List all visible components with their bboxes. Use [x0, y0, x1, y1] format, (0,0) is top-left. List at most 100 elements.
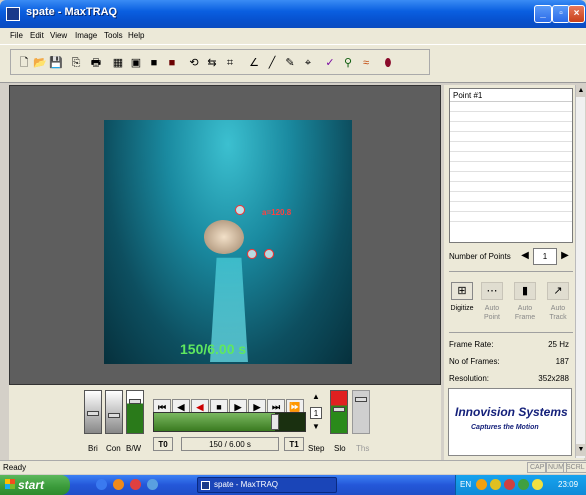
skeleton-icon[interactable]: ⚲ [341, 56, 355, 70]
close-button[interactable]: × [568, 5, 585, 23]
number-of-points-label: Number of Points [449, 252, 511, 261]
menu-image[interactable]: Image [75, 31, 97, 40]
tile-icon[interactable]: ▣ [129, 56, 143, 70]
t0-button[interactable]: T0 [153, 437, 173, 451]
step-up-icon[interactable]: ▲ [312, 392, 320, 401]
contrast-label: Con [106, 444, 121, 453]
scroll-down-icon[interactable]: ▼ [576, 444, 586, 456]
logo-title: Innovision Systems [455, 405, 568, 419]
windows-logo-icon [5, 479, 15, 489]
auto-track-icon: ↗ [553, 285, 563, 297]
app-icon [6, 7, 20, 21]
auto-point-button[interactable]: ⋯ [481, 282, 503, 300]
digitize-icon: ⊞ [457, 285, 467, 297]
digitize-label: Digitize [450, 305, 474, 312]
step-value[interactable]: 1 [310, 407, 322, 419]
eraser-icon[interactable]: ⬮ [381, 56, 395, 70]
save-icon[interactable]: 💾 [49, 56, 63, 70]
auto-frame-icon: ▮ [521, 285, 529, 297]
video-time-overlay: 150/6.00 s [180, 341, 247, 357]
t1-button[interactable]: T1 [284, 437, 304, 451]
frame-slider[interactable] [153, 412, 306, 432]
number-of-points-value[interactable]: 1 [533, 248, 557, 265]
start-button[interactable]: start [0, 475, 70, 495]
wave-graph-icon[interactable]: ≈ [359, 56, 373, 70]
clock: 23:09 [558, 480, 579, 489]
points-list[interactable]: Point #1 [449, 88, 573, 243]
title-bar: spate - MaxTRAQ _ ▫ × [0, 0, 586, 28]
copy-icon[interactable]: ⎘ [69, 56, 83, 70]
open-folder-icon[interactable]: 📂 [33, 56, 47, 70]
menu-bar: File Edit View Image Tools Help [0, 28, 586, 45]
menu-view[interactable]: View [50, 31, 67, 40]
new-file-icon[interactable]: 🗋 [17, 56, 31, 70]
system-tray: EN 23:09 [455, 475, 586, 495]
minimize-button[interactable]: _ [534, 5, 552, 23]
film-color-icon[interactable]: ■ [165, 56, 179, 70]
taskbar: start spate - MaxTRAQ EN 23:09 [0, 475, 586, 495]
window-title: spate - MaxTRAQ [26, 6, 118, 18]
status-text: Ready [3, 463, 27, 472]
browser-icon[interactable] [96, 479, 107, 490]
print-icon[interactable]: 🖶 [89, 56, 103, 70]
tray-icon[interactable] [518, 479, 529, 490]
menu-file[interactable]: File [10, 31, 23, 40]
digitize-button[interactable]: ⊞ [451, 282, 473, 300]
brightness-label: Bri [88, 444, 98, 453]
arrow-right-icon[interactable]: ▶ [560, 250, 570, 261]
marker-point[interactable] [264, 249, 274, 259]
marker-point[interactable] [235, 205, 245, 215]
video-workspace: a=120.8 150/6.00 s [9, 85, 441, 385]
tray-icon[interactable] [532, 479, 543, 490]
check-tool-icon[interactable]: ✓ [323, 56, 337, 70]
auto-frame-label: Auto Frame [514, 305, 536, 321]
taskbar-app-maxtraq[interactable]: spate - MaxTRAQ [197, 477, 337, 493]
scroll-up-icon[interactable]: ▲ [576, 85, 586, 97]
status-bar: Ready CAP NUM SCRL [0, 460, 586, 474]
tray-icon[interactable] [504, 479, 515, 490]
auto-track-button[interactable]: ↗ [547, 282, 569, 300]
angle-label: a=120.8 [262, 208, 292, 217]
logo-subtitle: Captures the Motion [471, 424, 539, 431]
tray-icon[interactable] [476, 479, 487, 490]
vertical-scrollbar[interactable]: ▲ ▼ [575, 85, 586, 458]
film-icon[interactable]: ■ [147, 56, 161, 70]
swimmer [204, 220, 244, 254]
threshold-slider[interactable] [352, 390, 370, 434]
auto-frame-button[interactable]: ▮ [514, 282, 536, 300]
line-tool-icon[interactable]: ╱ [265, 56, 279, 70]
slow-label: Slo [334, 444, 346, 453]
player-icon[interactable] [130, 479, 141, 490]
frame-display: 150 / 6.00 s [181, 437, 279, 451]
media-icon[interactable] [113, 479, 124, 490]
auto-point-icon: ⋯ [486, 285, 498, 297]
bw-slider[interactable] [126, 390, 144, 434]
flip-icon[interactable]: ⇆ [205, 56, 219, 70]
toolbar-group: 🗋 📂 💾 ⎘ 🖶 ▦ ▣ ■ ■ ⟲ ⇆ ⌗ ∠ ╱ ✎ ⌖ ✓ ⚲ ≈ ⬮ [10, 49, 430, 75]
angle-tool-icon[interactable]: ∠ [247, 56, 261, 70]
explorer-icon[interactable] [147, 479, 158, 490]
tray-icon[interactable] [490, 479, 501, 490]
crop-icon[interactable]: ⌗ [223, 56, 237, 70]
logo: Innovision Systems Captures the Motion [448, 388, 572, 456]
language-indicator[interactable]: EN [460, 480, 471, 489]
grid-icon[interactable]: ▦ [111, 56, 125, 70]
marker-point[interactable] [247, 249, 257, 259]
arrow-left-icon[interactable]: ◀ [520, 250, 530, 261]
point-tool-icon[interactable]: ⌖ [301, 56, 315, 70]
menu-tools[interactable]: Tools [104, 31, 123, 40]
frame-slider-thumb[interactable] [271, 414, 279, 430]
menu-edit[interactable]: Edit [30, 31, 44, 40]
bw-label: B/W [126, 444, 142, 453]
video-frame[interactable]: a=120.8 150/6.00 s [104, 120, 352, 364]
contrast-slider[interactable] [105, 390, 123, 434]
measure-tool-icon[interactable]: ✎ [283, 56, 297, 70]
menu-help[interactable]: Help [128, 31, 144, 40]
rotate-icon[interactable]: ⟲ [187, 56, 201, 70]
brightness-slider[interactable] [84, 390, 102, 434]
slow-slider[interactable] [330, 390, 348, 434]
number-of-points-spinner: ◀ 1 ▶ [520, 248, 572, 265]
threshold-label: Ths [356, 444, 370, 453]
scrl-indicator: SCRL [563, 462, 586, 473]
step-down-icon[interactable]: ▼ [312, 422, 320, 431]
